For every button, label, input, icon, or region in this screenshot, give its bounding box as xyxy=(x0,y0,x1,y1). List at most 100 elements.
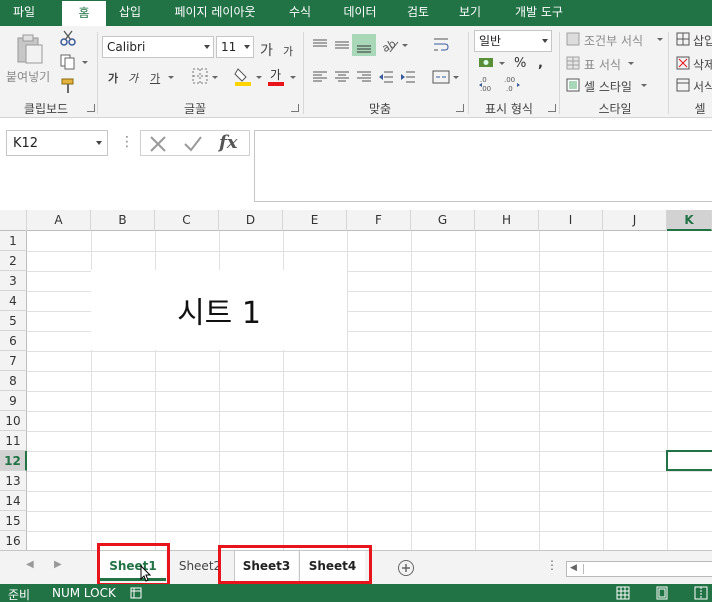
format-painter-icon[interactable] xyxy=(60,78,76,94)
number-launcher-icon[interactable] xyxy=(548,104,556,112)
bold-button[interactable]: 가 xyxy=(108,70,118,86)
cell-styles-dropdown-icon[interactable] xyxy=(641,84,647,87)
formula-bar-grip-icon[interactable]: ⋮ xyxy=(120,134,134,150)
align-right-icon[interactable] xyxy=(356,70,372,84)
column-header[interactable]: F xyxy=(347,210,411,231)
shrink-font-button[interactable]: 가 xyxy=(283,43,293,59)
tab-view[interactable]: 보기 xyxy=(452,0,488,26)
delete-cells-button[interactable]: 삭제 xyxy=(693,56,712,73)
row-header[interactable]: 2 xyxy=(0,251,27,271)
scroll-left-icon[interactable]: ◀ xyxy=(26,559,34,570)
conditional-format-icon[interactable] xyxy=(566,32,580,46)
format-as-table-dropdown-icon[interactable] xyxy=(628,62,634,65)
align-middle-icon[interactable] xyxy=(334,38,350,52)
conditional-format-dropdown-icon[interactable] xyxy=(657,38,663,41)
row-header[interactable]: 10 xyxy=(0,411,27,431)
row-header[interactable]: 3 xyxy=(0,271,27,291)
column-header[interactable]: I xyxy=(539,210,603,231)
align-center-icon[interactable] xyxy=(334,70,350,84)
horizontal-scrollbar[interactable]: ◀ xyxy=(566,561,712,577)
font-color-dropdown-icon[interactable] xyxy=(290,76,296,79)
number-format-select[interactable]: 일반 xyxy=(474,30,552,52)
row-header[interactable]: 4 xyxy=(0,291,27,311)
select-all-corner[interactable] xyxy=(0,210,27,231)
paste-icon[interactable] xyxy=(12,32,46,66)
increase-indent-icon[interactable] xyxy=(400,70,416,84)
active-cell-k12[interactable] xyxy=(666,450,712,471)
tab-insert[interactable]: 삽입 xyxy=(110,0,150,26)
tab-home[interactable]: 홈 xyxy=(62,1,106,27)
row-header[interactable]: 16 xyxy=(0,531,27,550)
tab-split-grip-icon[interactable]: ⋮ xyxy=(546,558,558,572)
scroll-left-arrow-icon[interactable]: ◀ xyxy=(570,563,577,573)
percent-icon[interactable]: % xyxy=(514,56,526,71)
merge-dropdown-icon[interactable] xyxy=(453,76,459,79)
delete-cells-icon[interactable] xyxy=(676,56,690,70)
paste-button[interactable]: 붙여넣기 xyxy=(6,68,50,85)
font-name-select[interactable]: Calibri xyxy=(102,36,214,58)
copy-icon[interactable] xyxy=(60,54,76,70)
copy-dropdown-icon[interactable] xyxy=(82,61,88,64)
alignment-launcher-icon[interactable] xyxy=(456,104,464,112)
row-header[interactable]: 5 xyxy=(0,311,27,331)
insert-cells-button[interactable]: 삽입 xyxy=(693,32,712,49)
orientation-icon[interactable]: ab xyxy=(380,36,400,55)
decrease-indent-icon[interactable] xyxy=(378,70,394,84)
column-header[interactable]: H xyxy=(475,210,539,231)
comma-style-icon[interactable]: , xyxy=(538,56,543,71)
row-header[interactable]: 13 xyxy=(0,471,27,491)
orientation-dropdown-icon[interactable] xyxy=(402,44,408,47)
fill-color-dropdown-icon[interactable] xyxy=(256,76,262,79)
fill-color-icon[interactable] xyxy=(234,66,252,86)
sheet-text-box[interactable]: 시트 1 xyxy=(91,270,347,350)
align-left-icon[interactable] xyxy=(312,70,328,84)
page-layout-view-icon[interactable] xyxy=(655,586,669,600)
cut-icon[interactable] xyxy=(60,30,76,46)
normal-view-icon[interactable] xyxy=(616,586,630,600)
merge-center-icon[interactable] xyxy=(432,68,450,86)
page-break-view-icon[interactable] xyxy=(694,586,708,600)
macro-record-icon[interactable] xyxy=(130,587,142,599)
grow-font-button[interactable]: 가 xyxy=(260,40,273,60)
row-header[interactable]: 11 xyxy=(0,431,27,451)
format-cells-button[interactable]: 서식 xyxy=(693,78,712,95)
column-header[interactable]: C xyxy=(155,210,219,231)
accounting-format-icon[interactable] xyxy=(478,56,496,70)
insert-function-icon[interactable]: fx xyxy=(219,132,243,154)
tab-developer[interactable]: 개발 도구 xyxy=(506,0,572,26)
italic-button[interactable]: 가 xyxy=(128,70,138,86)
new-sheet-icon[interactable] xyxy=(397,559,415,577)
tab-review[interactable]: 검토 xyxy=(400,0,436,26)
border-icon[interactable] xyxy=(192,68,208,84)
decrease-decimal-icon[interactable]: .00.0 xyxy=(502,74,522,94)
align-top-icon[interactable] xyxy=(312,38,328,52)
align-bottom-icon[interactable] xyxy=(352,34,376,56)
accounting-dropdown-icon[interactable] xyxy=(499,62,505,65)
scroll-thumb[interactable] xyxy=(583,564,703,574)
row-header[interactable]: 7 xyxy=(0,351,27,371)
cancel-icon[interactable] xyxy=(149,135,167,153)
column-header[interactable]: A xyxy=(27,210,91,231)
row-header[interactable]: 9 xyxy=(0,391,27,411)
cell-styles-icon[interactable] xyxy=(566,78,580,92)
row-header[interactable]: 15 xyxy=(0,511,27,531)
column-header[interactable]: G xyxy=(411,210,475,231)
conditional-format-button[interactable]: 조건부 서식 xyxy=(584,32,643,49)
enter-icon[interactable] xyxy=(183,135,203,153)
font-launcher-icon[interactable] xyxy=(291,104,299,112)
font-color-button[interactable]: 가 xyxy=(270,66,281,83)
column-header[interactable]: J xyxy=(603,210,667,231)
underline-button[interactable]: 가 xyxy=(150,70,160,86)
row-header[interactable]: 6 xyxy=(0,331,27,351)
formula-input[interactable] xyxy=(254,130,712,202)
insert-cells-icon[interactable] xyxy=(676,32,690,46)
cell-styles-button[interactable]: 셀 스타일 xyxy=(584,78,632,95)
column-header[interactable]: D xyxy=(219,210,283,231)
tab-page-layout[interactable]: 페이지 레이아웃 xyxy=(165,0,265,26)
underline-dropdown-icon[interactable] xyxy=(168,76,174,79)
increase-decimal-icon[interactable]: .0.00 xyxy=(478,74,498,94)
format-as-table-icon[interactable] xyxy=(566,56,580,70)
font-size-select[interactable]: 11 xyxy=(216,36,254,58)
format-cells-icon[interactable] xyxy=(676,78,690,92)
tab-data[interactable]: 데이터 xyxy=(336,0,384,26)
